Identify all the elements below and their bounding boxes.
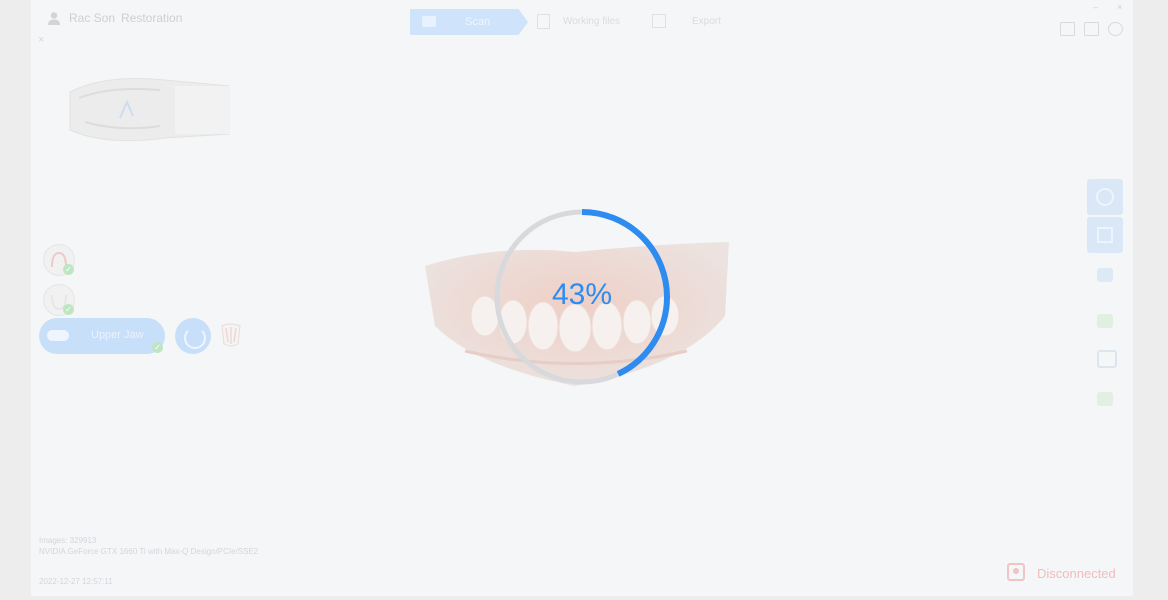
disconnected-icon: [1007, 563, 1025, 581]
check-icon: ✓: [152, 342, 163, 353]
gpu-info: NVIDIA GeForce GTX 1660 Ti with Max-Q De…: [39, 547, 259, 556]
export-icon: [652, 14, 666, 28]
timestamp: 2022-12-27 12:57:11: [39, 577, 113, 586]
step-export-label: Export: [692, 16, 721, 27]
jaw-thumbnail[interactable]: [65, 72, 230, 150]
close-icon[interactable]: ×: [38, 34, 44, 46]
texture-icon[interactable]: [1097, 314, 1113, 328]
document-icon: [537, 14, 550, 29]
tooth-icon: [47, 330, 69, 341]
patient-name[interactable]: Rac Son: [69, 11, 115, 25]
case-type-label: Restoration: [121, 11, 183, 25]
step-working-files-label: Working files: [563, 16, 621, 27]
connection-status[interactable]: Disconnected: [1037, 566, 1116, 581]
step-scan-label: Scan: [465, 16, 491, 28]
scan-mode-button[interactable]: [175, 318, 211, 354]
images-count: Images: 329913: [39, 536, 97, 545]
rotate-icon: [1096, 188, 1114, 206]
network-icon[interactable]: [1084, 22, 1099, 36]
scan-icon: [184, 327, 206, 349]
mesh-button[interactable]: [1087, 217, 1123, 253]
color-icon[interactable]: [1097, 392, 1113, 406]
info-icon[interactable]: [1108, 22, 1123, 36]
view-reset-button[interactable]: [1087, 179, 1123, 215]
scan-icon: [422, 16, 436, 27]
progress-percent: 43%: [551, 278, 613, 311]
check-icon: ✓: [63, 264, 74, 275]
user-icon: [48, 12, 60, 25]
mesh-icon: [1097, 227, 1113, 243]
upper-jaw-label: Upper Jaw: [91, 329, 144, 341]
step-scan[interactable]: Scan: [410, 9, 528, 35]
upper-jaw-scan-button[interactable]: Upper Jaw: [39, 318, 165, 354]
check-icon: ✓: [63, 304, 74, 315]
cloud-icon[interactable]: [1060, 22, 1075, 36]
layers-icon[interactable]: [1097, 268, 1113, 282]
bite-icon[interactable]: [217, 320, 245, 350]
close-window-button[interactable]: ×: [1117, 2, 1122, 12]
minimize-button[interactable]: –: [1093, 2, 1098, 12]
scanner-window: Rac Son Restoration × Scan Working files…: [31, 0, 1133, 596]
zoom-icon[interactable]: [1097, 350, 1117, 368]
